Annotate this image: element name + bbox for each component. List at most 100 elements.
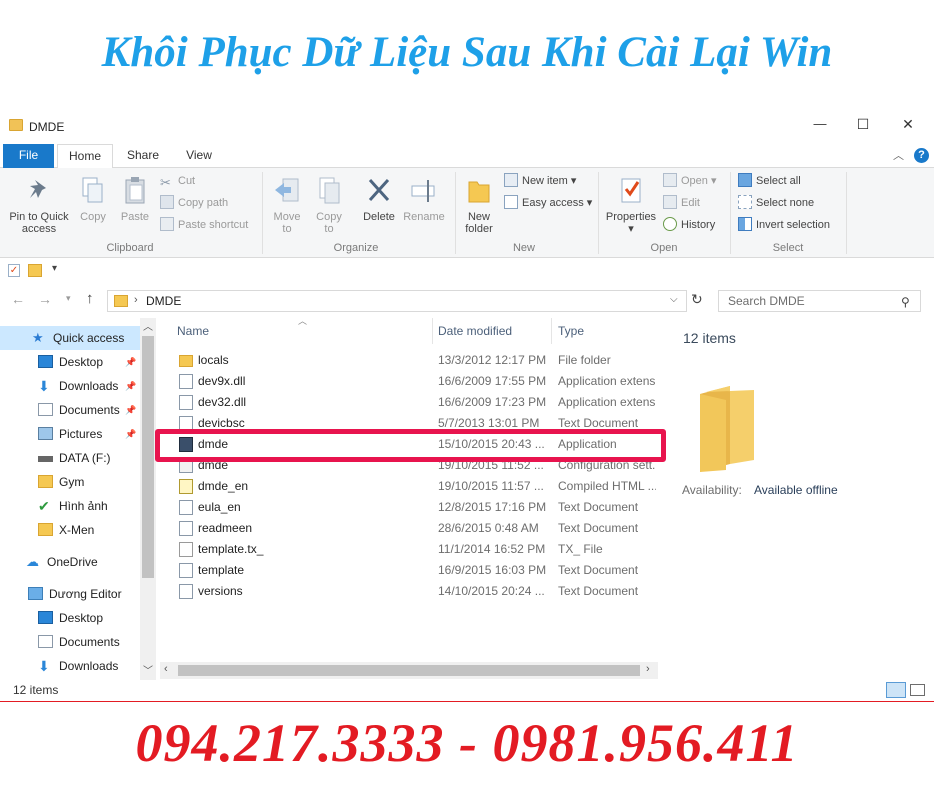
address-field[interactable]: › DMDE ⌵ (107, 290, 687, 312)
file-row[interactable]: dev9x.dll 16/6/2009 17:55 PM Application e… (160, 371, 658, 392)
tab-share[interactable]: Share (120, 144, 166, 168)
help-icon[interactable]: ? (914, 148, 929, 163)
new-item-button[interactable]: New item ▾ (504, 172, 576, 190)
nav-item[interactable]: ⬇ Downloads 📌 (0, 374, 140, 398)
scroll-left-icon[interactable]: ‹ (164, 663, 168, 675)
nav-item[interactable]: ☁ OneDrive (0, 550, 140, 574)
nav-item[interactable]: Dương Editor (0, 582, 140, 606)
nav-item[interactable]: DATA (F:) (0, 446, 140, 470)
breadcrumb-dmde[interactable]: DMDE (146, 294, 181, 308)
file-row[interactable]: eula_en 12/8/2015 17:16 PM Text Document (160, 497, 658, 518)
delete-button[interactable]: Delete (358, 176, 400, 223)
select-none-button[interactable]: Select none (738, 194, 814, 212)
scroll-down-icon[interactable]: ﹀ (143, 662, 153, 677)
nav-item[interactable]: Gym (0, 470, 140, 494)
refresh-icon[interactable]: ↻ (691, 291, 703, 308)
select-all-button[interactable]: Select all (738, 172, 801, 190)
pictures-icon (38, 427, 53, 440)
paste-icon (125, 177, 145, 204)
pin-icon[interactable]: 📌 (125, 398, 136, 422)
copy-button[interactable]: Copy (76, 176, 110, 223)
move-to-button[interactable]: Move to (268, 176, 306, 235)
nav-item[interactable]: ★ Quick access (0, 326, 140, 350)
close-button[interactable]: ✕ (898, 116, 918, 133)
rename-button[interactable]: Rename (402, 176, 446, 223)
tab-file[interactable]: File (3, 144, 54, 168)
file-row[interactable]: template.tx_ 11/1/2014 16:52 PM TX_ File (160, 539, 658, 560)
back-icon[interactable]: ← (11, 291, 25, 307)
forward-icon[interactable]: → (38, 291, 52, 307)
column-type-header[interactable]: Type (558, 324, 584, 344)
window-title: DMDE (29, 120, 65, 134)
details-view-icon[interactable] (886, 682, 906, 698)
file-row[interactable]: dev32.dll 16/6/2009 17:23 PM Application e… (160, 392, 658, 413)
new-folder-button[interactable]: New folder (458, 176, 500, 235)
pin-icon[interactable]: 📌 (125, 350, 136, 374)
file-row[interactable]: locals 13/3/2012 12:17 PM File folder (160, 350, 658, 371)
address-dropdown-icon[interactable]: ⌵ (670, 294, 678, 305)
file-type: TX_ File (558, 542, 603, 556)
new-folder-icon[interactable] (28, 264, 42, 277)
history-button[interactable]: History (663, 216, 715, 234)
rename-icon (411, 180, 435, 202)
file-type: Text Document (558, 584, 639, 598)
open-label: Open (681, 175, 708, 187)
file-row[interactable]: template 16/9/2015 16:03 PM Text Document (160, 560, 658, 581)
file-row[interactable]: versions 14/10/2015 20:24 ... Text Documen… (160, 581, 658, 602)
pin-icon[interactable]: 📌 (125, 374, 136, 398)
minimize-button[interactable]: — (810, 116, 830, 131)
nav-item[interactable]: Documents 📌 (0, 398, 140, 422)
large-icons-view-icon[interactable] (910, 684, 925, 696)
cut-button[interactable]: ✂ Cut (160, 172, 195, 190)
easy-access-button[interactable]: Easy access ▾ (504, 194, 592, 212)
recent-locations-icon[interactable]: ▾ (66, 293, 71, 304)
customize-toolbar-icon[interactable]: ▾ (52, 263, 57, 274)
tab-home[interactable]: Home (57, 144, 113, 169)
file-name: dmde_en (198, 479, 249, 493)
nav-item[interactable]: Desktop 📌 (0, 350, 140, 374)
chevron-down-icon: ▾ (628, 223, 634, 235)
column-date-header[interactable]: Date modified (438, 324, 512, 344)
file-name: dev9x.dll (198, 374, 246, 388)
tab-view[interactable]: View (176, 144, 222, 168)
nav-item[interactable]: X-Men (0, 518, 140, 542)
file-row[interactable]: dmde_en 19/10/2015 11:57 ... Compiled HTML… (160, 476, 658, 497)
nav-item[interactable]: Desktop (0, 606, 140, 630)
nav-item[interactable]: ✔ Hình ảnh (0, 494, 140, 518)
properties-button[interactable]: Properties ▾ (602, 176, 660, 235)
hscroll-thumb[interactable] (178, 665, 640, 676)
file-row[interactable]: readmeen 28/6/2015 0:48 AM Text Document (160, 518, 658, 539)
nav-item[interactable]: ⬇ Downloads (0, 654, 140, 678)
copy-path-button[interactable]: Copy path (160, 194, 228, 212)
up-icon[interactable]: ↑ (86, 290, 94, 307)
scroll-up-icon[interactable]: ︿ (143, 318, 153, 333)
nav-item[interactable]: Documents (0, 630, 140, 654)
file-list-hscrollbar[interactable]: ‹ › (160, 662, 658, 679)
nav-scrollbar[interactable]: ︿ ﹀ (140, 318, 156, 680)
pin-icon[interactable]: 📌 (125, 422, 136, 446)
search-input[interactable]: Search DMDE ⚲ (718, 290, 921, 312)
new-folder-label: New (467, 211, 490, 223)
file-name: dev32.dll (198, 395, 247, 409)
copy-to-label: Copy (316, 211, 342, 223)
paste-shortcut-icon (160, 217, 174, 231)
nav-scroll-thumb[interactable] (142, 336, 154, 578)
column-name-header[interactable]: Name (177, 324, 209, 344)
search-icon[interactable]: ⚲ (901, 292, 910, 312)
edit-button[interactable]: Edit (663, 194, 700, 212)
properties-check-icon[interactable]: ✓ (8, 264, 20, 277)
nav-item[interactable]: Pictures 📌 (0, 422, 140, 446)
maximize-button[interactable]: ☐ (853, 116, 873, 133)
invert-selection-button[interactable]: Invert selection (738, 216, 830, 234)
paste-shortcut-button[interactable]: Paste shortcut (160, 216, 248, 234)
blank-file-icon (179, 542, 193, 557)
open-button[interactable]: Open ▾ (663, 172, 717, 190)
scroll-right-icon[interactable]: › (646, 663, 650, 675)
chevron-up-icon[interactable]: ︿ (893, 147, 904, 163)
copy-to-button[interactable]: Copy to (310, 176, 348, 235)
rename-label: Rename (403, 211, 445, 223)
pin-to-quick-access-button[interactable]: Pin to Quick access (4, 176, 74, 235)
nav-item-label: Documents (59, 403, 120, 417)
delete-icon (368, 178, 390, 202)
paste-button[interactable]: Paste (116, 176, 154, 223)
